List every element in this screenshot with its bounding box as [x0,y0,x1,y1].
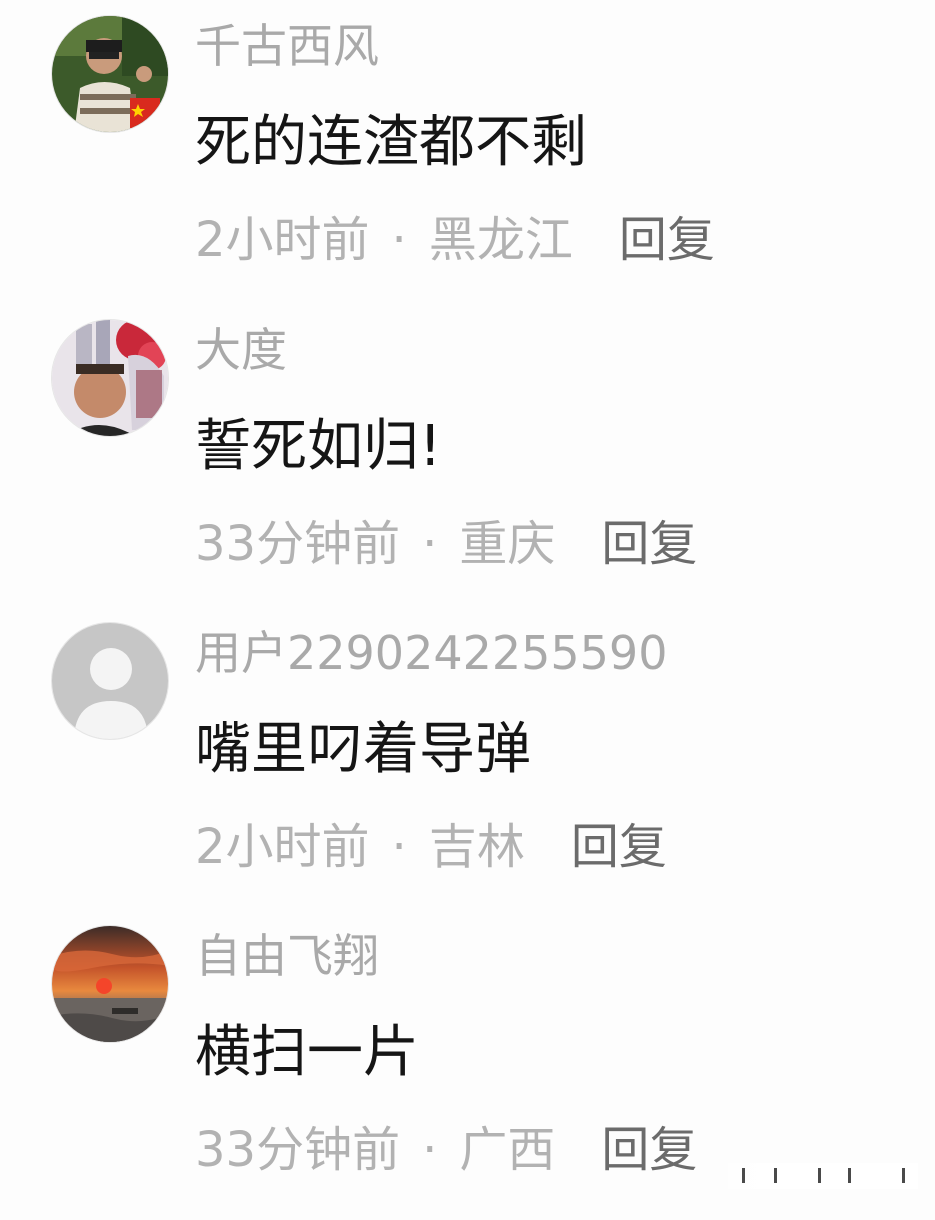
person-selfie-with-flag-avatar[interactable] [51,15,169,133]
username[interactable]: 用户2290242255590 [195,625,667,681]
watermark-mark [774,1168,777,1183]
comment-location: 黑龙江 [428,212,573,268]
comment-item: 用户2290242255590 嘴里叼着导弹 2小时前 · 吉林 回复 [0,617,935,917]
meta-separator: · [422,1122,438,1178]
comment-meta: 2小时前 · 吉林 回复 [195,817,667,877]
comment-meta: 2小时前 · 黑龙江 回复 [195,210,715,270]
watermark-mark [818,1168,821,1183]
comment-time: 2小时前 [195,212,370,268]
watermark-mark [902,1168,905,1183]
watermark-mark [848,1168,851,1183]
comment-time: 2小时前 [195,819,370,875]
reply-button[interactable]: 回复 [571,817,667,877]
watermark-mark [742,1168,745,1183]
elderly-man-portrait-avatar[interactable] [51,319,169,437]
comment-item: 千古西风 死的连渣都不剩 2小时前 · 黑龙江 回复 [0,10,935,310]
comment-text: 誓死如归! [195,414,442,479]
comment-text: 横扫一片 [195,1020,419,1085]
default-user-avatar[interactable] [51,622,169,740]
username[interactable]: 自由飞翔 [195,928,379,984]
sunset-over-sea-avatar[interactable] [51,925,169,1043]
comment-location: 广西 [459,1122,556,1178]
comment-text: 死的连渣都不剩 [195,110,587,175]
reply-button[interactable]: 回复 [619,210,715,270]
comment-item: 大度 誓死如归! 33分钟前 · 重庆 回复 [0,314,935,614]
meta-separator: · [391,212,407,268]
reply-button[interactable]: 回复 [601,1120,697,1180]
comment-location: 重庆 [459,516,556,572]
comment-meta: 33分钟前 · 广西 回复 [195,1120,697,1180]
comment-text: 嘴里叼着导弹 [195,717,531,782]
reply-button[interactable]: 回复 [601,514,697,574]
comment-meta: 33分钟前 · 重庆 回复 [195,514,697,574]
meta-separator: · [422,516,438,572]
watermark-overlay [728,1163,918,1189]
comment-location: 吉林 [428,819,525,875]
comment-list: 千古西风 死的连渣都不剩 2小时前·黑龙江回复 大度 誓死如归! 33分钟 [0,0,935,1209]
meta-separator: · [391,819,407,875]
username[interactable]: 千古西风 [195,18,379,74]
username[interactable]: 大度 [195,322,287,378]
comment-time: 33分钟前 [195,1122,401,1178]
comment-time: 33分钟前 [195,516,401,572]
